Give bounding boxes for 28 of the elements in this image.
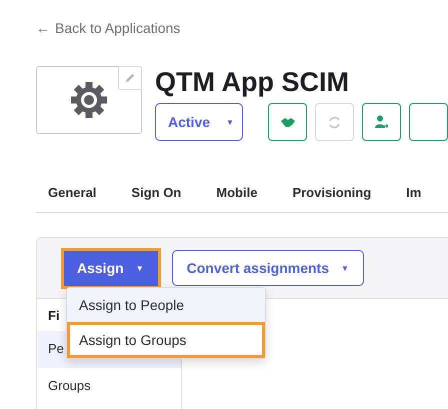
tab[interactable]: Mobile xyxy=(216,176,258,212)
caret-icon: ▼ xyxy=(136,264,144,272)
app-title: QTM App SCIM xyxy=(155,66,350,98)
filter-item[interactable]: Groups xyxy=(48,378,91,393)
caret-icon: ▼ xyxy=(340,264,349,272)
menu-item[interactable]: Assign to People xyxy=(67,288,265,322)
action-button[interactable] xyxy=(409,103,448,141)
convert-assignments-button[interactable]: Convert assignments ▼ xyxy=(172,250,364,286)
refresh-icon xyxy=(328,116,341,128)
tab[interactable]: Im xyxy=(406,176,422,212)
back-link-label: Back to Applications xyxy=(55,20,180,36)
caret-icon: ▼ xyxy=(226,118,234,126)
tab[interactable]: Provisioning xyxy=(292,176,372,212)
assign-dropdown-button[interactable]: Assign ▼ xyxy=(61,248,161,288)
filters-heading: Fi xyxy=(48,308,60,323)
tab[interactable]: Sign On xyxy=(131,176,182,212)
person-add-button[interactable] xyxy=(362,103,401,141)
menu-item[interactable]: Assign to Groups xyxy=(67,322,265,358)
tab[interactable]: General xyxy=(48,176,96,212)
gear-icon xyxy=(71,82,107,118)
handshake-button[interactable] xyxy=(268,103,307,141)
back-arrow: ← xyxy=(36,20,50,36)
pencil-icon xyxy=(125,72,135,84)
edit-logo-button[interactable] xyxy=(118,66,142,90)
filter-item[interactable]: Pe xyxy=(48,341,64,356)
person-add-icon xyxy=(375,115,388,129)
back-link[interactable]: ← Back to Applications xyxy=(36,20,180,36)
status-dropdown[interactable]: Active ▼ xyxy=(155,103,243,141)
